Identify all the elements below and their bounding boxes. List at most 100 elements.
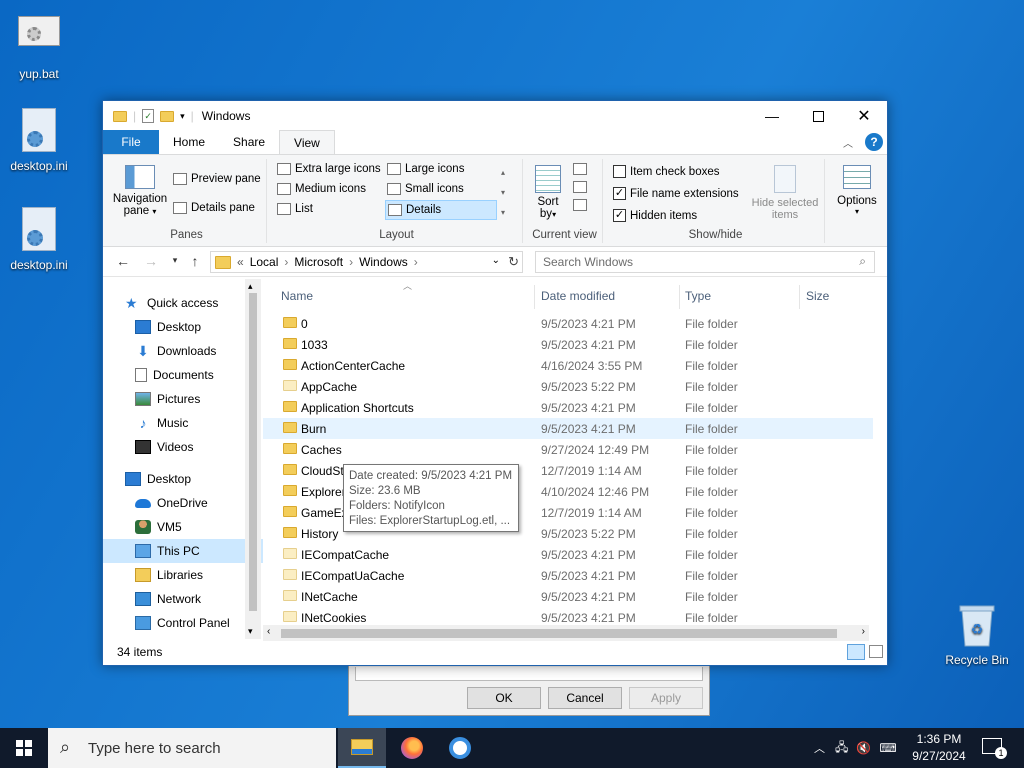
nav-libraries[interactable]: Libraries: [103, 563, 263, 587]
nav-scrollbar[interactable]: ▴ ▾: [245, 279, 261, 639]
nav-desktop-root[interactable]: Desktop: [103, 467, 263, 491]
scroll-down-arrow-icon[interactable]: ▾: [248, 626, 253, 637]
checkbox-checked[interactable]: ✓: [613, 187, 626, 200]
scroll-up-arrow-icon[interactable]: ▴: [248, 281, 253, 292]
list-option[interactable]: List: [277, 203, 313, 215]
details-option[interactable]: Details: [385, 200, 497, 220]
apply-button[interactable]: Apply: [629, 687, 703, 709]
file-row[interactable]: INetCache 9/5/2023 4:21 PM File folder: [263, 586, 873, 607]
group-by-icon[interactable]: [573, 163, 587, 175]
up-arrow-icon[interactable]: ↑: [183, 253, 207, 269]
language-icon[interactable]: ⌨: [879, 741, 896, 755]
column-name[interactable]: Name: [281, 289, 313, 303]
extra-large-icons-option[interactable]: Extra large icons: [277, 163, 381, 175]
column-date-modified[interactable]: Date modified: [541, 289, 615, 303]
nav-scroll-thumb[interactable]: [249, 293, 257, 611]
path-dropdown-icon[interactable]: ⌄: [492, 255, 500, 266]
nav-this-pc[interactable]: This PC: [103, 539, 263, 563]
ok-button[interactable]: OK: [467, 687, 541, 709]
title-bar[interactable]: | ✓ ▾ | Windows — ✕: [103, 101, 887, 131]
file-row[interactable]: Application Shortcuts 9/5/2023 4:21 PM Fil…: [263, 397, 873, 418]
details-view-toggle-icon[interactable]: [847, 644, 865, 660]
taskbar-browser[interactable]: [436, 728, 484, 768]
search-input[interactable]: Search Windows ⌕: [535, 251, 875, 273]
nav-pictures[interactable]: Pictures📌: [103, 387, 263, 411]
forward-arrow-icon[interactable]: →: [139, 253, 163, 269]
nav-videos[interactable]: Videos: [103, 435, 263, 459]
path-overflow[interactable]: «: [237, 255, 244, 269]
taskbar-search-input[interactable]: ⌕ Type here to search: [48, 728, 336, 768]
scroll-right-arrow-icon[interactable]: ›: [862, 626, 865, 637]
minimize-button[interactable]: —: [749, 101, 795, 131]
preview-pane-button[interactable]: Preview pane: [173, 173, 261, 185]
nav-network[interactable]: Network: [103, 587, 263, 611]
close-button[interactable]: ✕: [841, 101, 887, 131]
new-folder-icon[interactable]: [160, 110, 175, 122]
taskbar-file-explorer[interactable]: [338, 728, 386, 768]
tab-file[interactable]: File: [103, 130, 159, 154]
nav-downloads[interactable]: ⬇Downloads📌: [103, 339, 263, 363]
details-pane-button[interactable]: Details pane: [173, 202, 255, 214]
checkbox-unchecked[interactable]: [613, 165, 626, 178]
large-icons-option[interactable]: Large icons: [387, 163, 464, 175]
file-row[interactable]: ActionCenterCache 4/16/2024 3:55 PM File f…: [263, 355, 873, 376]
nav-music[interactable]: ♪ Music: [103, 411, 263, 435]
file-row[interactable]: 0 9/5/2023 4:21 PM File folder: [263, 313, 873, 334]
column-type[interactable]: Type: [685, 289, 711, 303]
tab-view[interactable]: View: [279, 130, 335, 154]
sort-by-button[interactable]: Sort by▾: [533, 163, 563, 220]
navigation-pane-button[interactable]: Navigation pane ▾: [109, 161, 171, 217]
large-icons-view-toggle-icon[interactable]: [869, 645, 883, 658]
properties-icon[interactable]: ✓: [142, 109, 155, 123]
search-icon[interactable]: ⌕: [859, 254, 866, 269]
layout-scroll-arrows[interactable]: ▴ ▾ ▾: [501, 163, 505, 223]
refresh-icon[interactable]: ↻: [508, 254, 519, 270]
cancel-button[interactable]: Cancel: [548, 687, 622, 709]
size-columns-icon[interactable]: [573, 199, 587, 211]
clock[interactable]: 1:36 PM 9/27/2024: [904, 731, 974, 765]
customize-qat-icon[interactable]: ▾: [180, 111, 185, 122]
maximize-button[interactable]: [795, 101, 841, 131]
file-row[interactable]: Caches 9/27/2024 12:49 PM File folder: [263, 439, 873, 460]
nav-onedrive[interactable]: OneDrive: [103, 491, 263, 515]
file-h-scroll-thumb[interactable]: [281, 629, 837, 638]
collapse-ribbon-icon[interactable]: ︿: [843, 135, 853, 150]
scroll-left-arrow-icon[interactable]: ‹: [267, 626, 270, 637]
desktop-icon-desktop-ini-1[interactable]: desktop.ini: [3, 108, 75, 173]
nav-documents[interactable]: Documents📌: [103, 363, 263, 387]
volume-muted-icon[interactable]: 🔇: [856, 741, 871, 755]
breadcrumb-windows[interactable]: Windows: [359, 255, 408, 269]
tab-share[interactable]: Share: [219, 130, 279, 154]
desktop-icon-recycle-bin[interactable]: ♻ Recycle Bin: [939, 602, 1015, 667]
nav-desktop[interactable]: Desktop📌: [103, 315, 263, 339]
nav-quick-access[interactable]: ★ Quick access: [103, 291, 263, 315]
file-row[interactable]: IECompatUaCache 9/5/2023 4:21 PM File fold…: [263, 565, 873, 586]
back-arrow-icon[interactable]: ←: [111, 253, 135, 269]
add-columns-icon[interactable]: [573, 181, 587, 193]
hide-selected-items-button[interactable]: Hide selected items: [747, 163, 823, 221]
nav-control-panel[interactable]: Control Panel: [103, 611, 263, 635]
path-input[interactable]: « Local › Microsoft › Windows › ⌄ ↻: [210, 251, 523, 273]
nav-vm5[interactable]: VM5: [103, 515, 263, 539]
medium-icons-option[interactable]: Medium icons: [277, 183, 366, 195]
notifications-icon[interactable]: 1: [982, 738, 1007, 759]
file-row[interactable]: IECompatCache 9/5/2023 4:21 PM File folder: [263, 544, 873, 565]
start-button[interactable]: [0, 728, 48, 768]
desktop-icon-yup-bat[interactable]: yup.bat: [3, 10, 75, 81]
breadcrumb-local[interactable]: Local: [250, 255, 279, 269]
file-row[interactable]: AppCache 9/5/2023 5:22 PM File folder: [263, 376, 873, 397]
desktop-icon-desktop-ini-2[interactable]: desktop.ini: [3, 207, 75, 272]
options-button[interactable]: Options ▾: [829, 163, 885, 216]
file-name-extensions-toggle[interactable]: ✓ File name extensions: [613, 187, 739, 200]
column-size[interactable]: Size: [806, 289, 829, 303]
breadcrumb-microsoft[interactable]: Microsoft: [294, 255, 343, 269]
network-icon[interactable]: 🖧: [835, 738, 848, 759]
show-hidden-icons-icon[interactable]: ︿: [814, 740, 825, 756]
file-row[interactable]: Burn 9/5/2023 4:21 PM File folder: [263, 418, 873, 439]
taskbar-firefox[interactable]: [388, 728, 436, 768]
small-icons-option[interactable]: Small icons: [387, 183, 464, 195]
help-icon[interactable]: ?: [865, 133, 883, 151]
tab-home[interactable]: Home: [159, 130, 219, 154]
file-row[interactable]: 1033 9/5/2023 4:21 PM File folder: [263, 334, 873, 355]
item-check-boxes-toggle[interactable]: Item check boxes: [613, 165, 719, 178]
